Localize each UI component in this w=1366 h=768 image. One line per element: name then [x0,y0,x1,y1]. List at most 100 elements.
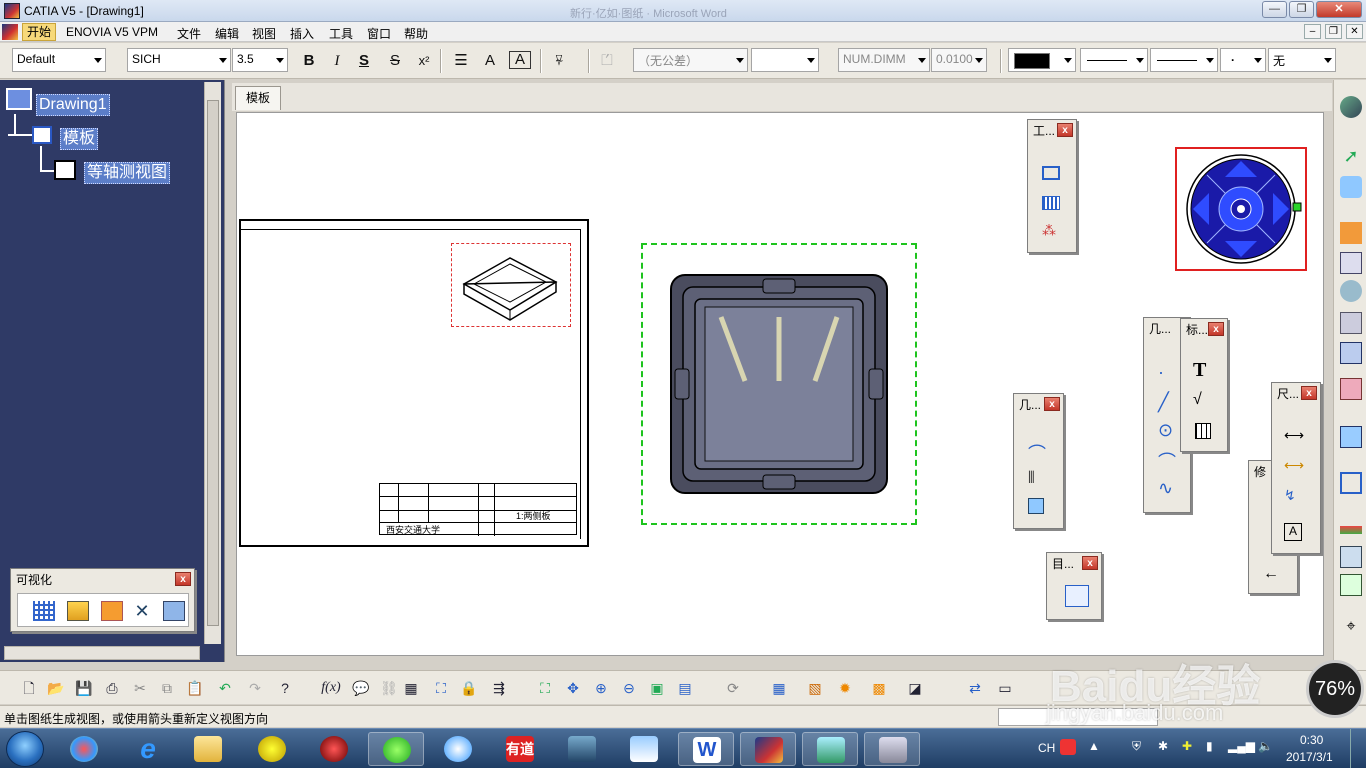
tolerance-combo[interactable]: （无公差） [633,48,748,72]
sheet-icon[interactable] [32,126,52,144]
justify-icon[interactable]: ☰ [450,51,472,71]
detail-view-icon[interactable] [1340,280,1362,302]
clock-time[interactable]: 0:30 [1300,733,1323,747]
sketch-icon[interactable]: ▧ [804,677,826,699]
broken-view-icon[interactable] [1340,342,1362,364]
tree-root-drawing[interactable]: Drawing1 [36,94,110,116]
font-combo[interactable]: SICH [127,48,231,72]
frame-icon[interactable] [1042,166,1060,180]
task-ie[interactable]: e [120,732,176,766]
sheet-frame-icon[interactable] [1340,472,1362,494]
undo-icon[interactable]: ↶ [214,677,236,699]
menu-edit[interactable]: 编辑 [215,25,239,42]
update-icon[interactable] [1340,176,1362,198]
profile-icon[interactable]: ⌒ [1158,448,1180,472]
tray-expand-icon[interactable]: ▲ [1088,739,1100,753]
battery-icon[interactable]: ▮ [1206,739,1213,753]
line-icon[interactable]: ╱ [1158,392,1180,412]
redo-icon[interactable]: ↷ [244,677,266,699]
create-view-icon[interactable]: ▤ [674,677,696,699]
sogou-icon[interactable] [1060,739,1076,755]
tree-horizontal-scrollbar[interactable] [4,646,200,660]
text-properties-icon[interactable]: ⍫ [548,51,570,71]
arrow-left-icon[interactable]: ← [1263,565,1285,585]
workbench-icon[interactable] [1340,96,1362,118]
view-icon[interactable] [54,160,76,180]
knowledge-icon[interactable]: ⇶ [488,677,510,699]
drawing-icon[interactable] [6,88,32,110]
properties-icon[interactable]: ◪ [904,677,926,699]
fit-all-icon[interactable]: ⛶ [534,677,556,699]
task-youdao[interactable]: 有道 [492,732,548,766]
task-app-4[interactable] [244,732,300,766]
isometric-view-thumbnail[interactable] [451,243,571,327]
print-icon[interactable]: ⎙ [101,677,123,699]
menu-start[interactable]: 开始 [22,23,57,41]
target-icon[interactable]: ⌖ [1340,618,1362,640]
annotation-table-icon[interactable] [1195,423,1211,439]
dimension-tolerance-icon[interactable]: ⟷ [1284,457,1306,477]
paste-icon[interactable]: 📋 [184,677,206,699]
grid-icon[interactable] [33,601,55,621]
clipping-view-icon[interactable] [1340,312,1362,334]
start-button[interactable] [6,731,44,767]
anchor-point-icon[interactable]: A [479,51,501,71]
roughness-symbol-icon[interactable]: √ [1193,391,1215,411]
volume-icon[interactable]: 🔈 [1258,739,1273,753]
annotation-close-button[interactable]: x [1208,322,1224,336]
fill-combo[interactable]: 无 [1268,48,1336,72]
select-arrow-icon[interactable]: ➚ [1340,146,1362,168]
task-app-1[interactable] [56,732,112,766]
analysis-display-icon[interactable] [101,601,123,621]
area-fill-icon[interactable] [1065,585,1089,607]
datum-icon[interactable]: ⏍ [596,51,618,71]
new-file-icon[interactable]: 🗋 [18,677,40,699]
dress-up-close-button[interactable]: x [1082,556,1098,570]
menu-window[interactable]: 窗口 [367,25,391,42]
pattern-icon[interactable]: ⁂ [1042,222,1064,242]
text-icon[interactable]: T [1193,359,1215,381]
tree-view[interactable]: 等轴测视图 [84,162,171,184]
tree-sheet[interactable]: 模板 [60,128,99,150]
ime-indicator[interactable]: CH [1038,741,1055,755]
menu-insert[interactable]: 插入 [290,25,314,42]
spline-icon[interactable]: ∿ [1158,478,1180,498]
colors-icon[interactable]: ▩ [868,677,890,699]
task-explorer[interactable] [180,732,236,766]
comment-icon[interactable]: 💬 [350,677,372,699]
zoom-out-icon[interactable]: ⊖ [618,677,640,699]
strikethrough-button[interactable]: S [384,51,406,71]
shield-icon[interactable]: ⛨ [1132,739,1141,754]
balloon-generation-icon[interactable] [1340,574,1362,596]
point-icon[interactable]: · [1158,362,1180,382]
italic-button[interactable]: I [326,51,348,71]
visualization-close-button[interactable]: x [175,572,191,586]
document-icon[interactable] [2,24,18,40]
wizard-icon[interactable] [1340,378,1362,400]
analysis-icon[interactable]: ✹ [834,677,856,699]
sheet-tool-icon[interactable]: ▭ [994,677,1016,699]
view-orientation-compass[interactable] [1175,147,1307,271]
tree-tool-icon[interactable]: ⛶ [430,677,452,699]
dimension-system-icon[interactable]: ⇄ [964,677,986,699]
precision-combo[interactable]: 0.0100 [931,48,987,72]
task-app-10[interactable] [616,732,672,766]
text-frame-icon[interactable]: A [509,51,531,69]
mdi-restore-button[interactable]: ❐ [1325,24,1342,39]
geometry-1-close-button[interactable]: x [1044,397,1060,411]
menu-enovia[interactable]: ENOVIA V5 VPM [66,25,158,39]
task-catia-icon[interactable] [306,732,362,766]
datum-feature-icon[interactable]: A [1284,523,1302,541]
cut-icon[interactable]: ✂ [129,677,151,699]
network-icon[interactable]: ▂▄▆ [1228,739,1255,753]
symmetry-icon[interactable]: ⫴ [1028,470,1050,490]
linetype-combo[interactable] [1080,48,1148,72]
new-sheet-icon[interactable] [1340,426,1362,448]
refresh-icon[interactable]: ⟳ [722,677,744,699]
task-catia[interactable] [740,732,796,766]
task-app-7[interactable] [430,732,486,766]
tab-template[interactable]: 模板 [235,86,281,110]
tree-vertical-scrollbar[interactable] [204,82,221,644]
circle-icon[interactable]: ⊙ [1158,420,1180,440]
thickness-combo[interactable] [1150,48,1218,72]
